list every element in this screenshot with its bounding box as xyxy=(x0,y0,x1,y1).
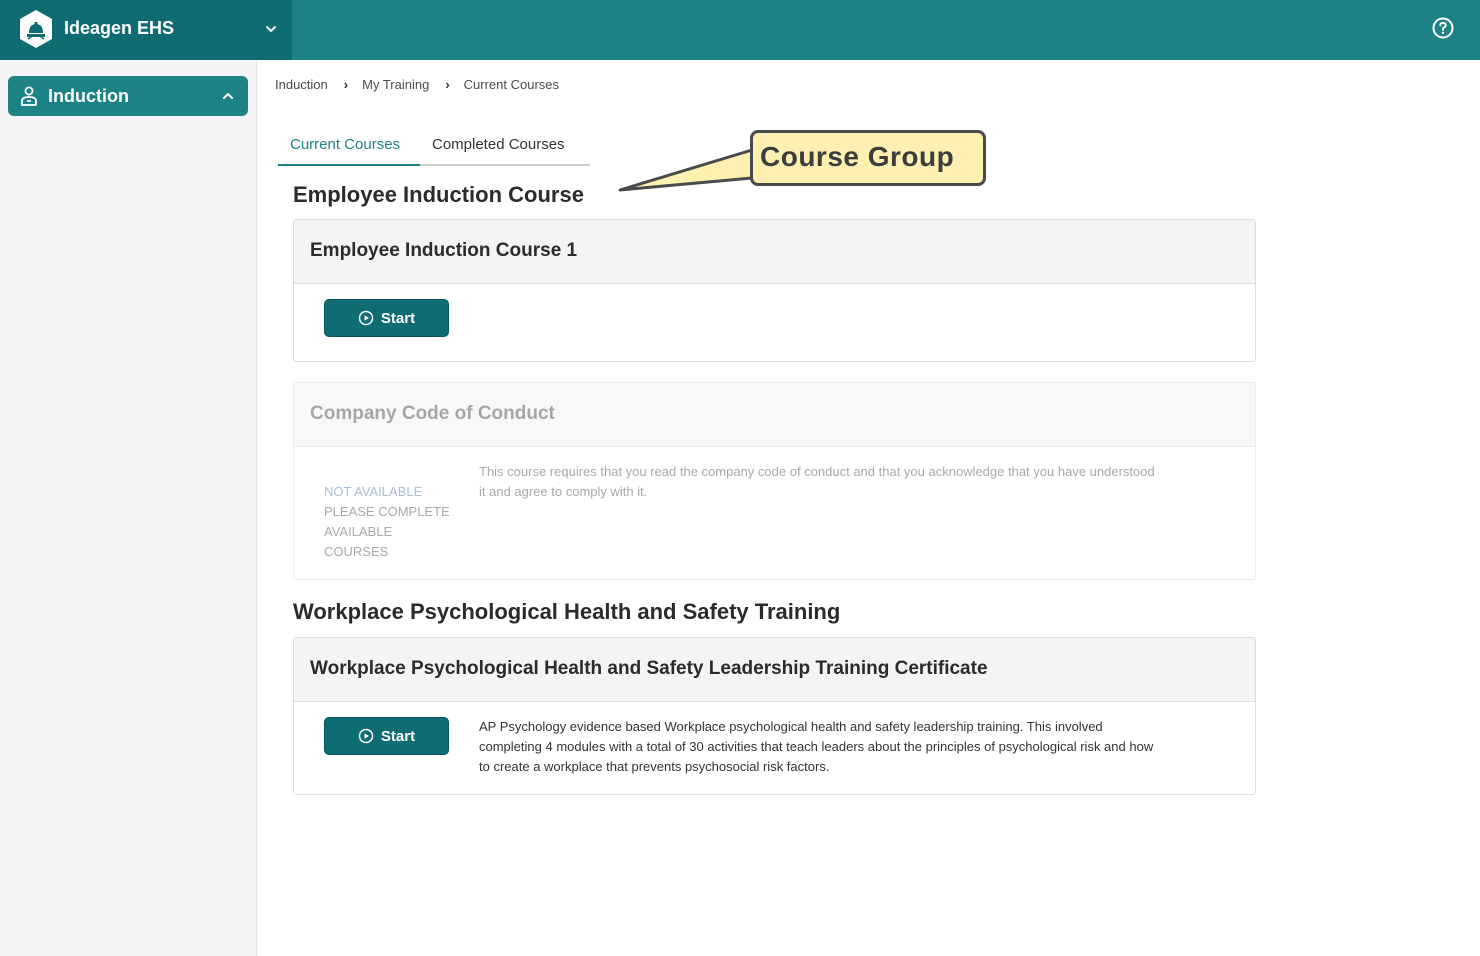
start-button[interactable]: Start xyxy=(324,299,449,337)
callout-pointer xyxy=(618,148,754,192)
chevron-down-icon[interactable] xyxy=(262,20,280,38)
course-tabs: Current Courses Completed Courses xyxy=(278,128,590,166)
sidebar-item-label: Induction xyxy=(48,86,129,106)
course-group-callout: Course Group xyxy=(618,128,990,194)
course-description: This course requires that you read the c… xyxy=(479,464,1155,499)
breadcrumb-item-current-courses: Current Courses xyxy=(463,77,560,92)
course-card-header: Company Code of Conduct xyxy=(294,383,1255,447)
availability-message: PLEASE COMPLETE AVAILABLE COURSES xyxy=(324,504,450,559)
course-group-title: Workplace Psychological Health and Safet… xyxy=(293,599,841,624)
play-circle-icon xyxy=(358,310,374,326)
callout-text: Course Group xyxy=(760,141,955,172)
availability-status: NOT AVAILABLE xyxy=(324,484,423,499)
chevron-right-icon: › xyxy=(445,77,450,92)
person-badge-icon xyxy=(21,86,37,106)
breadcrumb-item-induction[interactable]: Induction xyxy=(275,77,328,92)
course-title: Company Code of Conduct xyxy=(310,403,555,424)
course-group-title: Employee Induction Course xyxy=(293,182,584,207)
course-card-header: Workplace Psychological Health and Safet… xyxy=(294,638,1255,702)
active-tab-indicator xyxy=(278,164,420,166)
hardhat-logo-icon xyxy=(20,10,52,48)
play-circle-icon xyxy=(358,728,374,744)
sidebar-item-induction[interactable]: Induction xyxy=(8,76,248,116)
course-title: Employee Induction Course 1 xyxy=(310,240,578,261)
course-description: AP Psychology evidence based Workplace p… xyxy=(479,719,1154,774)
top-bar: Ideagen EHS xyxy=(0,0,1480,60)
breadcrumb-item-my-training[interactable]: My Training xyxy=(362,77,429,92)
tab-completed-courses[interactable]: Completed Courses xyxy=(432,136,565,153)
start-button-label: Start xyxy=(380,727,416,745)
sidebar: Induction xyxy=(0,60,257,956)
chevron-up-icon[interactable] xyxy=(220,88,236,104)
start-button[interactable]: Start xyxy=(324,717,449,755)
course-card-header: Employee Induction Course 1 xyxy=(294,220,1255,284)
tab-current-courses[interactable]: Current Courses xyxy=(290,136,400,153)
course-card: Workplace Psychological Health and Safet… xyxy=(293,637,1256,795)
start-button-label: Start xyxy=(380,309,416,327)
course-card-unavailable: Company Code of Conduct NOT AVAILABLE PL… xyxy=(293,382,1256,580)
course-card: Employee Induction Course 1 Start xyxy=(293,219,1256,362)
app-name: Ideagen EHS xyxy=(64,18,175,38)
app-switcher[interactable]: Ideagen EHS xyxy=(0,0,292,60)
chevron-right-icon: › xyxy=(343,77,349,92)
help-icon[interactable] xyxy=(1431,16,1455,40)
breadcrumb: Induction › My Training › Current Course… xyxy=(275,77,559,92)
course-title: Workplace Psychological Health and Safet… xyxy=(310,658,988,679)
